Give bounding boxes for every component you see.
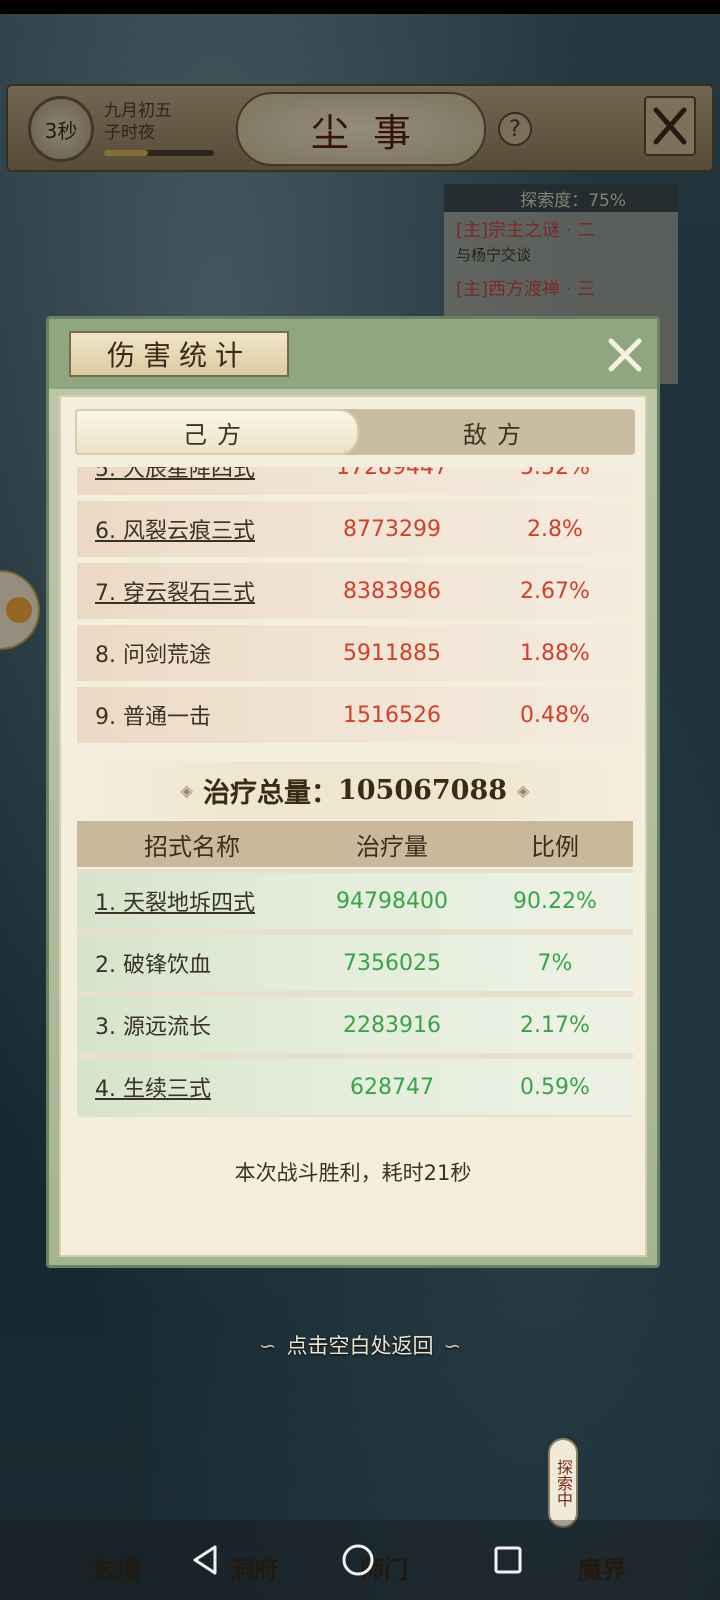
heal-amount: 7356025 [343, 950, 441, 976]
damage-amount: 1516526 [343, 702, 441, 728]
heal-row: 4. 生续三式 628747 0.59% [77, 1059, 633, 1115]
nav-home-button[interactable] [336, 1538, 380, 1582]
damage-row: 6. 风裂云痕三式 8773299 2.8% [77, 501, 633, 557]
damage-row: 5. 大辰星降四式 17289447 5.52% [77, 467, 633, 495]
diamond-ornament-icon: ◈ [180, 780, 193, 800]
damage-row: 9. 普通一击 1516526 0.48% [77, 687, 633, 743]
tab-self[interactable]: 己方 [75, 409, 359, 455]
heal-percent: 90.22% [513, 888, 597, 914]
damage-percent: 0.48% [520, 702, 590, 728]
skill-name[interactable]: 1. 天裂地坼四式 [77, 885, 307, 917]
column-header-percent: 比例 [531, 832, 579, 861]
damage-percent: 1.88% [520, 640, 590, 666]
home-circle-icon [342, 1544, 374, 1576]
skill-name[interactable]: 5. 大辰星降四式 [77, 467, 307, 483]
tab-enemy[interactable]: 敌方 [359, 409, 635, 455]
heal-percent: 2.17% [520, 1012, 590, 1038]
skill-name[interactable]: 6. 风裂云痕三式 [77, 513, 307, 545]
dialog-header: 伤害统计 [49, 319, 657, 389]
back-triangle-icon [193, 1545, 217, 1575]
heal-percent: 7% [537, 950, 573, 976]
column-header-name: 招式名称 [144, 832, 240, 861]
damage-list[interactable]: 5. 大辰星降四式 17289447 5.52% 6. 风裂云痕三式 87732… [77, 467, 633, 757]
skill-name: 3. 源远流长 [95, 1015, 211, 1040]
heal-amount: 94798400 [336, 888, 448, 914]
skill-name: 8. 问剑荒途 [95, 643, 211, 668]
nav-recents-button[interactable] [486, 1538, 530, 1582]
return-hint[interactable]: ∽ 点击空白处返回 ∽ [0, 1330, 720, 1360]
recents-square-icon [494, 1546, 522, 1574]
diamond-ornament-icon: ◈ [517, 780, 530, 800]
column-header-amount: 治疗量 [356, 832, 428, 861]
cloud-ornament-icon: ∽ [443, 1334, 462, 1358]
skill-name[interactable]: 7. 穿云裂石三式 [77, 575, 307, 607]
heal-row: 3. 源远流长 2283916 2.17% [77, 997, 633, 1053]
heal-total-label: 治疗总量： [202, 777, 338, 809]
close-icon [608, 338, 642, 372]
heal-table-header: 招式名称 治疗量 比例 [77, 821, 633, 867]
dialog-title: 伤害统计 [69, 331, 289, 377]
return-hint-text: 点击空白处返回 [286, 1334, 434, 1358]
heal-total-value: 105067088 [337, 774, 508, 806]
heal-list: 1. 天裂地坼四式 94798400 90.22% 2. 破锋饮血 735602… [77, 869, 633, 1117]
damage-percent: 5.52% [520, 467, 590, 480]
heal-total: ◈ 治疗总量： 105067088 ◈ [77, 761, 633, 819]
battle-result-text: 本次战斗胜利，耗时21秒 [234, 1161, 472, 1185]
heal-row: 2. 破锋饮血 7356025 7% [77, 935, 633, 991]
damage-percent: 2.8% [527, 516, 583, 542]
system-nav-bar [0, 1520, 720, 1600]
heal-percent: 0.59% [520, 1074, 590, 1100]
damage-percent: 2.67% [520, 578, 590, 604]
dialog-content: 己方 敌方 5. 大辰星降四式 17289447 5.52% 6. 风裂云痕三式… [59, 395, 647, 1257]
damage-row: 7. 穿云裂石三式 8383986 2.67% [77, 563, 633, 619]
nav-back-button[interactable] [184, 1538, 228, 1582]
damage-amount: 8773299 [343, 516, 441, 542]
damage-amount: 5911885 [343, 640, 441, 666]
cloud-ornament-icon: ∽ [258, 1334, 277, 1358]
side-tabs: 己方 敌方 [75, 409, 635, 455]
damage-stats-dialog: 伤害统计 己方 敌方 5. 大辰星降四式 17289447 5.52% 6. 风… [46, 316, 660, 1268]
skill-name: 2. 破锋饮血 [95, 953, 211, 978]
heal-row: 1. 天裂地坼四式 94798400 90.22% [77, 873, 633, 929]
dialog-close-button[interactable] [603, 333, 647, 377]
damage-amount: 17289447 [336, 467, 448, 480]
damage-row: 8. 问剑荒途 5911885 1.88% [77, 625, 633, 681]
skill-name: 9. 普通一击 [95, 705, 211, 730]
heal-amount: 2283916 [343, 1012, 441, 1038]
skill-name[interactable]: 4. 生续三式 [77, 1071, 307, 1103]
heal-amount: 628747 [350, 1074, 434, 1100]
damage-amount: 8383986 [343, 578, 441, 604]
